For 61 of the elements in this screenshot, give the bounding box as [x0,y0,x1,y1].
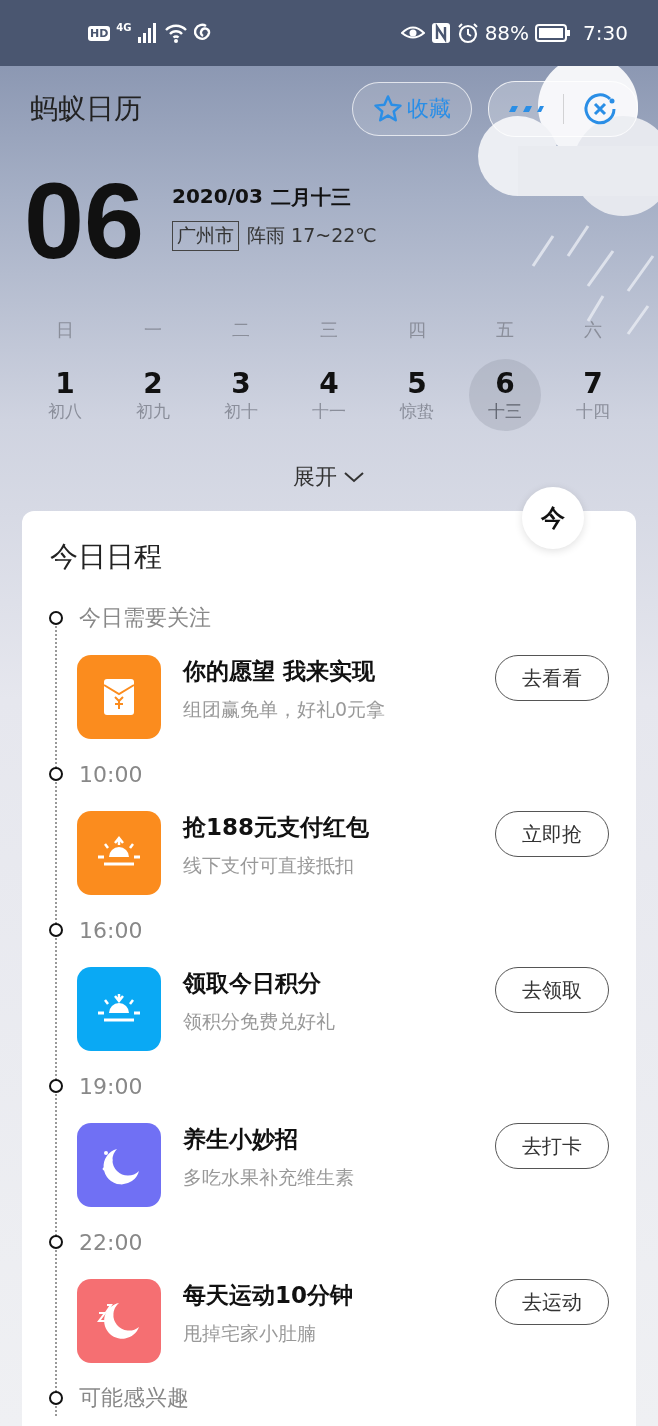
chevron-down-icon [343,470,365,484]
date-cell[interactable]: 5 惊蛰 [381,359,453,431]
item-title: 领取今日积分 [183,969,322,998]
timeline-dot [49,1079,63,1093]
schedule-title: 今日日程 [50,539,162,575]
weekday-label: 日 [55,318,75,342]
weekday-label: 六 [583,318,603,342]
weather-text: 阵雨 17~22℃ [247,223,377,248]
item-subtitle: 甩掉宅家小肚腩 [183,1321,317,1346]
clock-time: 7:30 [583,21,628,45]
city-tag: 广州市 [172,221,239,251]
item-subtitle: 领积分免费兑好礼 [183,1009,336,1034]
item-title: 抢188元支付红包 [183,813,370,842]
battery-percent: 88% [484,21,530,45]
timeline-dot [49,611,63,625]
action-button[interactable]: 去打卡 [495,1123,609,1169]
network-type: 4G [116,22,132,33]
alarm-icon [456,22,479,44]
item-title: 你的愿望 我来实现 [183,657,376,686]
date-cell[interactable]: 2 初九 [117,359,189,431]
item-title: 每天运动10分钟 [183,1281,354,1310]
timeline-dot [49,1391,63,1405]
hd-badge: HD [88,25,111,41]
timeline-label: 可能感兴趣 [79,1384,189,1412]
signal-icon [137,23,158,43]
year-month: 2020/03 [172,184,263,210]
wifi-icon [163,23,188,43]
battery-icon [535,24,572,42]
timeline-dot [49,1235,63,1249]
item-subtitle: 组团赢免单，好礼0元拿 [183,697,387,722]
item-title: 养生小妙招 [183,1125,299,1154]
weekday-label: 二 [231,318,251,342]
timeline-label: 16:00 [79,917,143,943]
date-cell[interactable]: 4 十一 [293,359,365,431]
star-icon [373,94,403,124]
timeline-dot [49,767,63,781]
date-cell[interactable]: 3 初十 [205,359,277,431]
action-button[interactable]: 去运动 [495,1279,609,1325]
timeline-label: 10:00 [79,761,143,787]
app-title: 蚂蚁日历 [30,91,143,127]
expand-button[interactable]: 展开 [289,457,369,497]
today-button[interactable]: 今 [522,487,584,549]
action-button[interactable]: 立即抢 [495,811,609,857]
action-button[interactable]: 去看看 [495,655,609,701]
timeline-dot [49,923,63,937]
date-cell[interactable]: 6 十三 [469,359,541,431]
weekday-label: 五 [495,318,515,342]
item-subtitle: 线下支付可直接抵扣 [183,853,355,878]
weekday-label: 三 [319,318,339,342]
spiral-icon [193,23,212,43]
nfc-icon [430,22,451,44]
item-subtitle: 多吃水果补充维生素 [183,1165,355,1190]
action-button[interactable]: 去领取 [495,967,609,1013]
timeline-label: 22:00 [79,1229,143,1255]
weekday-label: 四 [407,318,427,342]
date-cell[interactable]: 1 初八 [29,359,101,431]
timeline-label: 19:00 [79,1073,143,1099]
lunar-date: 二月十三 [270,184,351,211]
date-cell[interactable]: 7 十四 [557,359,629,431]
big-day-number: 06 [24,166,146,276]
timeline-label: 今日需要关注 [79,604,211,632]
